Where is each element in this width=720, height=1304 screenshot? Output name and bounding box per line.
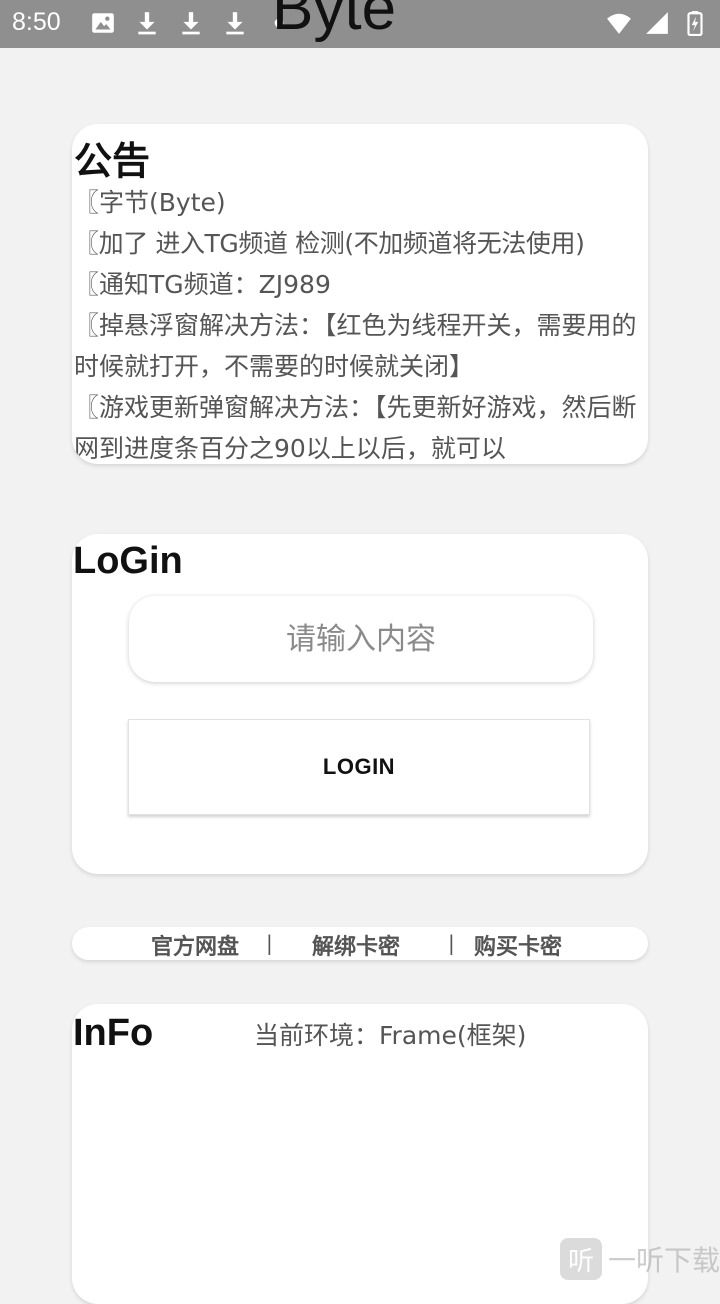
notice-line: 〖游戏更新弹窗解决方法：【先更新好游戏，然后断网到进度条百分之90以上以后，就可… [74, 393, 637, 463]
notice-line: 〖加了 进入TG频道 检测(不加频道将无法使用) [74, 229, 585, 258]
watermark-logo-icon: 听 [560, 1238, 602, 1280]
notice-title: 公告 [74, 139, 151, 183]
notice-line: 〖字节(Byte) [74, 188, 226, 217]
login-button[interactable]: LOGIN [128, 719, 590, 815]
app-title: Byte [272, 0, 397, 43]
info-title: InFo [73, 1012, 154, 1054]
status-bar: 8:50 Byte [0, 0, 720, 48]
official-netdisk-link[interactable]: 官方网盘 [151, 929, 239, 960]
buy-card-link[interactable]: 购买卡密 [474, 929, 562, 960]
link-separator: | [266, 931, 273, 955]
download-icon [226, 12, 244, 35]
battery-icon [687, 11, 703, 36]
notice-card[interactable]: 公告 〖字节(Byte) 〖加了 进入TG频道 检测(不加频道将无法使用) 〖通… [72, 124, 648, 464]
signal-icon [646, 12, 668, 34]
image-icon [92, 13, 114, 33]
notice-line: 〖掉悬浮窗解决方法：【红色为线程开关，需要用的时候就打开，不需要的时候就关闭】 [74, 311, 637, 381]
login-title: LoGin [73, 540, 183, 582]
watermark: 听 一听下载 [560, 1238, 720, 1280]
notice-line: 〖通知TG频道：ZJ989 [74, 270, 331, 299]
watermark-text: 一听下载 [608, 1244, 720, 1277]
key-input[interactable] [129, 596, 593, 682]
links-bar: 官方网盘 | 解绑卡密 | 购买卡密 [72, 927, 648, 960]
wifi-icon [607, 13, 631, 34]
login-card: LoGin LOGIN [72, 534, 648, 874]
status-time: 8:50 [12, 8, 61, 36]
download-icon [138, 12, 156, 35]
download-icon [182, 12, 200, 35]
notice-body: 〖字节(Byte) 〖加了 进入TG频道 检测(不加频道将无法使用) 〖通知TG… [74, 182, 648, 464]
system-icons [606, 10, 708, 36]
link-separator: | [448, 931, 455, 955]
unbind-card-link[interactable]: 解绑卡密 [312, 929, 400, 960]
environment-text: 当前环境：Frame(框架) [254, 1021, 527, 1050]
notification-icons [90, 10, 292, 36]
